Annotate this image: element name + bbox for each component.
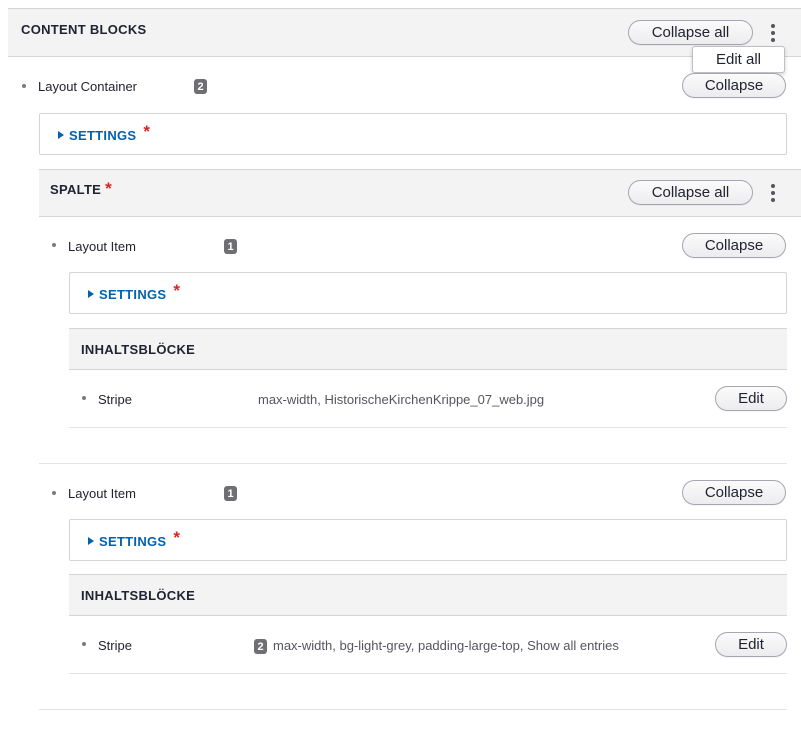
layout-container-label: Layout Container	[38, 79, 138, 94]
layout-container-count-badge: 2	[194, 79, 207, 94]
stripe-count-badge: 2	[254, 639, 267, 654]
collapse-all-button[interactable]: Collapse all	[628, 20, 753, 45]
layout-item-count-badge: 1	[224, 239, 237, 254]
settings-label: SETTINGS	[99, 286, 167, 302]
layout-item-label: Layout Item	[68, 239, 136, 254]
stripe-edit-button[interactable]: Edit	[715, 632, 787, 657]
spalte-kebab-menu-icon[interactable]	[768, 182, 778, 204]
spalte-collapse-all-button[interactable]: Collapse all	[628, 180, 753, 205]
edit-all-menu-item[interactable]: Edit all	[692, 46, 785, 73]
spalte-title: SPALTE *	[50, 179, 113, 202]
settings-label: SETTINGS	[99, 533, 167, 549]
layout-item-count-badge: 1	[224, 486, 237, 501]
section-divider	[39, 709, 787, 710]
list-bullet	[52, 243, 56, 247]
layout-container-collapse-button[interactable]: Collapse	[682, 73, 786, 98]
expand-triangle-icon	[88, 537, 94, 545]
inhaltsbloecke-title: INHALTSBLÖCKE	[81, 342, 196, 357]
list-bullet	[82, 396, 86, 400]
required-mark: *	[173, 528, 181, 547]
stripe-label: Stripe	[98, 638, 132, 653]
required-mark: *	[105, 179, 113, 198]
row-divider	[69, 427, 787, 428]
expand-triangle-icon	[88, 290, 94, 298]
row-divider	[69, 673, 787, 674]
stripe-summary: max-width, HistorischeKirchenKrippe_07_w…	[258, 392, 545, 407]
section-divider	[39, 463, 787, 464]
expand-triangle-icon	[58, 131, 64, 139]
stripe-edit-button[interactable]: Edit	[715, 386, 787, 411]
required-mark: *	[143, 122, 151, 141]
layout-item-collapse-button[interactable]: Collapse	[682, 233, 786, 258]
layout-item-settings-summary[interactable]: SETTINGS *	[88, 528, 181, 551]
list-bullet	[82, 642, 86, 646]
stripe-summary: max-width, bg-light-grey, padding-large-…	[273, 638, 619, 653]
spalte-title-text: SPALTE	[50, 182, 102, 197]
required-mark: *	[173, 281, 181, 300]
settings-label: SETTINGS	[69, 127, 137, 143]
layout-container-settings-summary[interactable]: SETTINGS *	[58, 122, 151, 145]
content-blocks-title: CONTENT BLOCKS	[21, 22, 147, 37]
layout-item-label: Layout Item	[68, 486, 136, 501]
layout-container-settings-details	[39, 113, 787, 155]
list-bullet	[52, 491, 56, 495]
stripe-label: Stripe	[98, 392, 132, 407]
kebab-menu-icon[interactable]	[768, 22, 778, 44]
inhaltsbloecke-title: INHALTSBLÖCKE	[81, 588, 196, 603]
list-bullet	[22, 84, 26, 88]
layout-item-collapse-button[interactable]: Collapse	[682, 480, 786, 505]
layout-item-settings-summary[interactable]: SETTINGS *	[88, 281, 181, 304]
